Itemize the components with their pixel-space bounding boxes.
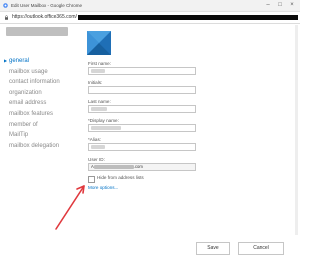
- avatar: [87, 31, 111, 55]
- nav-item-mailtip[interactable]: MailTip: [4, 130, 84, 141]
- close-button[interactable]: ×: [286, 0, 298, 11]
- cancel-button[interactable]: Cancel: [238, 242, 284, 255]
- hide-from-address-lists-checkbox[interactable]: [88, 176, 95, 183]
- alias-field[interactable]: [88, 143, 196, 151]
- scrollbar[interactable]: [295, 25, 298, 235]
- nav-item-contact-information[interactable]: contact information: [4, 77, 84, 88]
- nav-item-mailbox-delegation[interactable]: mailbox delegation: [4, 141, 84, 152]
- nav-item-general[interactable]: ▶ general: [4, 56, 84, 67]
- redacted-heading: [6, 27, 68, 36]
- nav-item-email-address[interactable]: email address: [4, 98, 84, 109]
- hide-from-address-lists-label: Hide from address lists: [97, 175, 144, 180]
- initials-label: Initials:: [88, 80, 103, 85]
- last-name-label: Last name:: [88, 99, 111, 104]
- maximize-button[interactable]: □: [274, 0, 286, 11]
- redacted-value: [91, 106, 107, 111]
- initials-field[interactable]: [88, 86, 196, 94]
- display-name-label: *Display name:: [88, 118, 119, 123]
- user-id-label: User ID:: [88, 157, 105, 162]
- url-text[interactable]: https://outlook.office365.com/: [12, 12, 77, 23]
- nav-item-mailbox-usage[interactable]: mailbox usage: [4, 67, 84, 78]
- left-nav: ▶ general mailbox usage contact informati…: [4, 56, 84, 151]
- lock-icon: [5, 15, 8, 20]
- nav-item-member-of[interactable]: member of: [4, 120, 84, 131]
- chrome-icon: [3, 3, 8, 8]
- title-bar: Edit User Mailbox - Google Chrome – □ ×: [0, 0, 300, 12]
- nav-item-organization[interactable]: organization: [4, 88, 84, 99]
- display-name-field[interactable]: [88, 124, 196, 132]
- first-name-field[interactable]: [88, 67, 196, 75]
- redacted-value: [91, 68, 105, 73]
- redacted-value: [91, 125, 121, 130]
- first-name-label: First name:: [88, 61, 111, 66]
- window-title: Edit User Mailbox - Google Chrome: [11, 3, 83, 8]
- nav-item-mailbox-features[interactable]: mailbox features: [4, 109, 84, 120]
- save-button[interactable]: Save: [196, 242, 230, 255]
- user-id-suffix: .com: [133, 164, 143, 169]
- address-bar[interactable]: https://outlook.office365.com/: [0, 12, 300, 24]
- redaction-bar: [78, 15, 298, 20]
- more-options-link[interactable]: More options...: [88, 185, 118, 190]
- redacted-value: [93, 164, 134, 169]
- alias-label: *Alias:: [88, 137, 102, 142]
- last-name-field[interactable]: [88, 105, 196, 113]
- redacted-value: [91, 144, 105, 149]
- minimize-button[interactable]: –: [262, 0, 274, 11]
- user-id-field[interactable]: A .com: [88, 163, 196, 171]
